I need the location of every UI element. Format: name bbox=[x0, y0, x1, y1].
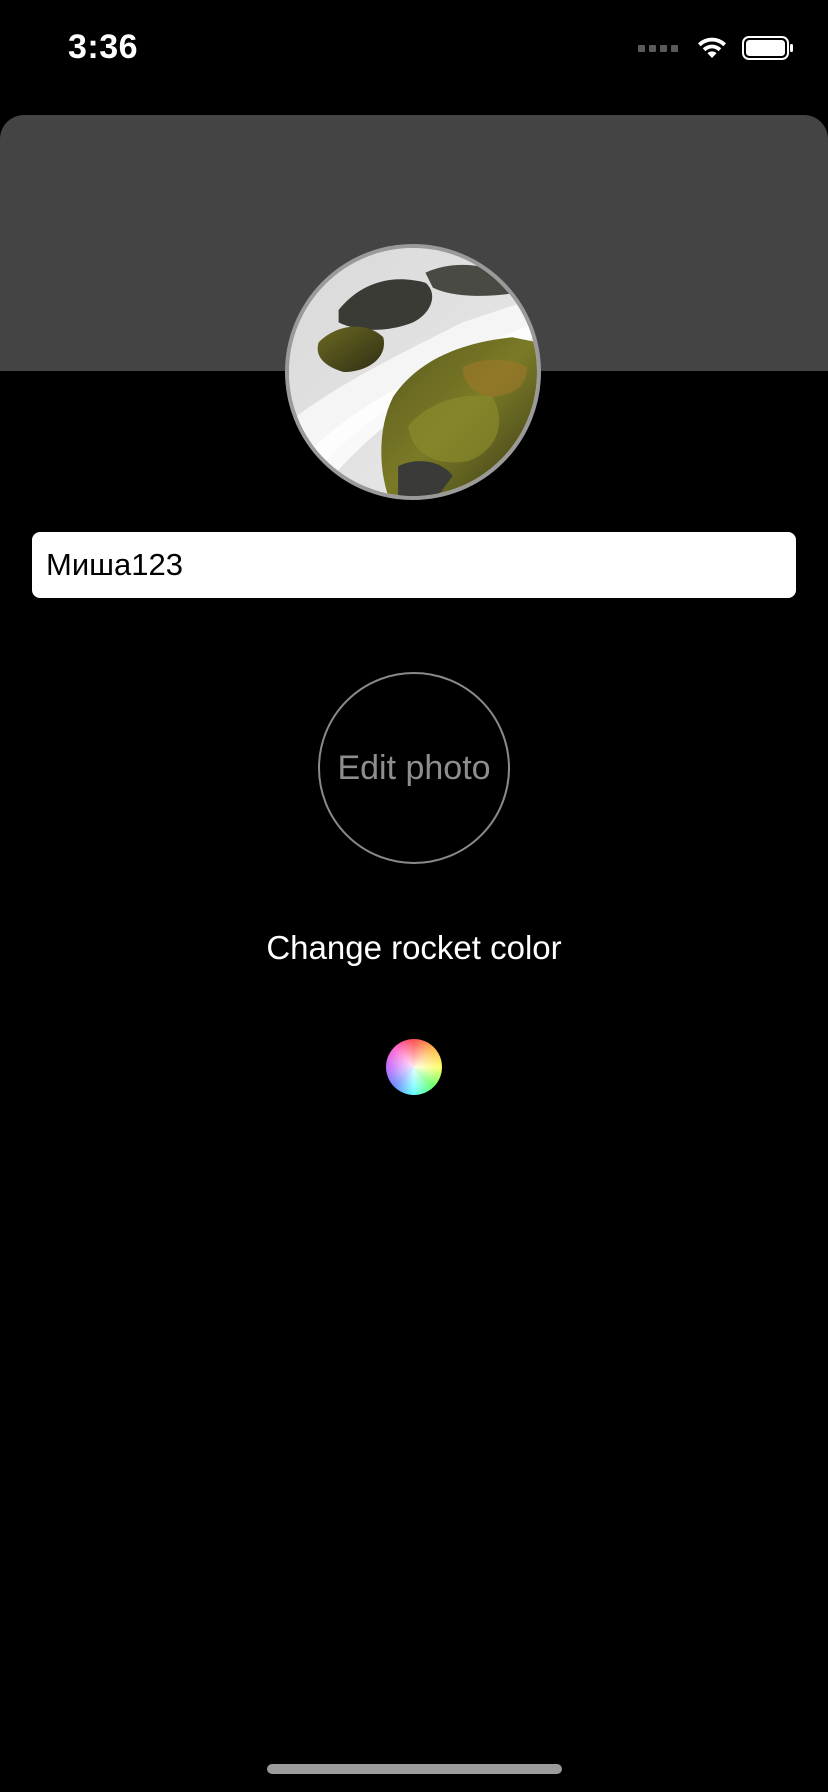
avatar[interactable] bbox=[285, 244, 541, 500]
waterfall-rocks-photo bbox=[289, 248, 537, 496]
change-rocket-color-label: Change rocket color bbox=[266, 929, 562, 966]
status-time: 3:36 bbox=[68, 28, 139, 66]
name-input[interactable] bbox=[32, 532, 796, 598]
status-icons bbox=[638, 36, 794, 60]
home-indicator[interactable] bbox=[267, 1764, 562, 1774]
wifi-icon bbox=[698, 37, 726, 58]
battery-icon bbox=[742, 36, 793, 60]
profile-screen: 3:36 Миша123 Edit photo Change rocket co… bbox=[0, 0, 828, 1792]
cellular-signal-icon bbox=[638, 44, 678, 52]
status-bar: 3:36 bbox=[0, 0, 828, 100]
edit-photo-button[interactable]: Edit photo bbox=[318, 672, 510, 864]
color-wheel-icon[interactable] bbox=[386, 1039, 442, 1095]
profile-sheet: Edit photo Change rocket color bbox=[0, 115, 828, 1792]
